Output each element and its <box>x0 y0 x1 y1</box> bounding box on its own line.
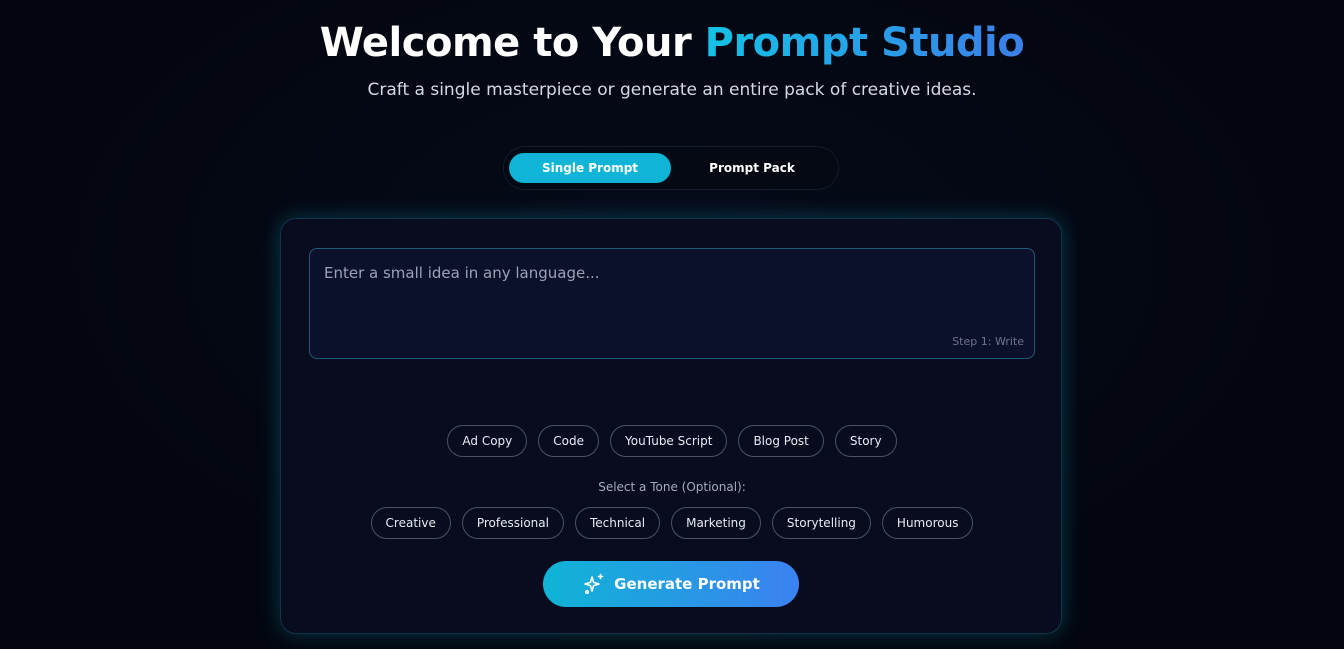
tone-chips: Creative Professional Technical Marketin… <box>281 507 1063 539</box>
tone-marketing[interactable]: Marketing <box>671 507 761 539</box>
generate-prompt-button[interactable]: Generate Prompt <box>543 561 799 607</box>
prompt-card: Step 1: Write Ad Copy Code YouTube Scrip… <box>280 218 1062 634</box>
page-title-main: Welcome to Your <box>319 20 705 66</box>
idea-input[interactable] <box>310 249 1034 358</box>
chip-youtube-script[interactable]: YouTube Script <box>610 425 728 457</box>
page-title-accent: Prompt Studio <box>704 20 1025 66</box>
generate-prompt-label: Generate Prompt <box>614 575 760 593</box>
chip-code[interactable]: Code <box>538 425 600 457</box>
tone-technical[interactable]: Technical <box>574 507 661 539</box>
chip-blog-post[interactable]: Blog Post <box>738 425 824 457</box>
chip-ad-copy[interactable]: Ad Copy <box>447 425 528 457</box>
idea-input-box: Step 1: Write <box>309 248 1035 359</box>
mode-toggle: Single Prompt Prompt Pack <box>503 146 839 190</box>
tab-single-prompt[interactable]: Single Prompt <box>509 153 671 183</box>
sparkles-icon <box>582 572 606 596</box>
tone-storytelling[interactable]: Storytelling <box>771 507 871 539</box>
tone-professional[interactable]: Professional <box>461 507 564 539</box>
tone-humorous[interactable]: Humorous <box>881 507 974 539</box>
tone-creative[interactable]: Creative <box>370 507 451 539</box>
tab-prompt-pack[interactable]: Prompt Pack <box>671 153 833 183</box>
prompt-studio-page: Welcome to Your Prompt Studio Craft a si… <box>0 0 1344 649</box>
step-hint: Step 1: Write <box>952 335 1024 348</box>
chip-story[interactable]: Story <box>834 425 897 457</box>
page-subtitle: Craft a single masterpiece or generate a… <box>367 80 977 100</box>
page-title: Welcome to Your Prompt Studio <box>0 20 1344 66</box>
tone-label: Select a Tone (Optional): <box>598 480 746 494</box>
content-type-chips: Ad Copy Code YouTube Script Blog Post St… <box>281 425 1063 457</box>
